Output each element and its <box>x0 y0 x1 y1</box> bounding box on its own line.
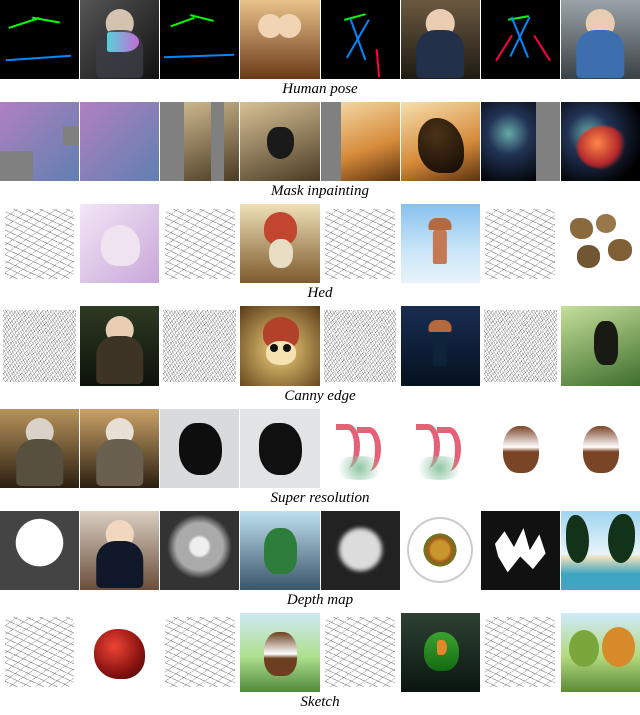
tile-pose-condition <box>321 0 400 79</box>
tile-pose-condition <box>481 0 560 79</box>
tile-sr-condition <box>481 409 560 488</box>
tile-sr-condition <box>0 409 79 488</box>
tile-pose-output <box>401 0 480 79</box>
tile-sr-output <box>401 409 480 488</box>
row-hed <box>0 204 640 283</box>
tile-canny-condition <box>160 306 239 385</box>
tile-sketch-output <box>561 613 640 692</box>
tile-depth-condition <box>160 511 239 590</box>
tile-depth-condition <box>481 511 560 590</box>
tile-mask-output <box>401 102 480 181</box>
tile-depth-output <box>240 511 319 590</box>
tile-canny-output <box>561 306 640 385</box>
row-human-pose <box>0 0 640 79</box>
tile-hed-condition <box>481 204 560 283</box>
tile-hed-output <box>561 204 640 283</box>
tile-sr-output <box>80 409 159 488</box>
tile-pose-output <box>561 0 640 79</box>
tile-mask-condition <box>481 102 560 181</box>
tile-sr-condition <box>160 409 239 488</box>
row-label: Mask inpainting <box>0 181 640 204</box>
tile-pose-output <box>80 0 159 79</box>
row-label: Depth map <box>0 590 640 613</box>
tile-depth-output <box>401 511 480 590</box>
tile-sketch-condition <box>0 613 79 692</box>
tile-mask-output <box>80 102 159 181</box>
tile-mask-condition <box>321 102 400 181</box>
row-sketch <box>0 613 640 692</box>
tile-depth-condition <box>321 511 400 590</box>
tile-sketch-condition <box>160 613 239 692</box>
tile-sketch-condition <box>321 613 400 692</box>
tile-pose-output <box>240 0 319 79</box>
row-mask-inpainting <box>0 102 640 181</box>
tile-canny-output <box>401 306 480 385</box>
tile-mask-condition <box>0 102 79 181</box>
tile-canny-output <box>240 306 319 385</box>
tile-hed-condition <box>321 204 400 283</box>
tile-hed-condition <box>160 204 239 283</box>
row-canny-edge <box>0 306 640 385</box>
tile-canny-output <box>80 306 159 385</box>
row-depth-map <box>0 511 640 590</box>
tile-canny-condition <box>321 306 400 385</box>
tile-mask-output <box>561 102 640 181</box>
tile-sketch-condition <box>481 613 560 692</box>
row-label: Hed <box>0 283 640 306</box>
tile-mask-condition <box>160 102 239 181</box>
tile-depth-output <box>80 511 159 590</box>
tile-pose-condition <box>160 0 239 79</box>
tile-sr-output <box>240 409 319 488</box>
tile-hed-output <box>80 204 159 283</box>
figure-grid: Human pose Mask inpainting <box>0 0 640 715</box>
tile-canny-condition <box>0 306 79 385</box>
tile-hed-output <box>240 204 319 283</box>
tile-sketch-output <box>80 613 159 692</box>
tile-sketch-output <box>401 613 480 692</box>
tile-depth-condition <box>0 511 79 590</box>
tile-sketch-output <box>240 613 319 692</box>
tile-canny-condition <box>481 306 560 385</box>
tile-sr-condition <box>321 409 400 488</box>
tile-mask-output <box>240 102 319 181</box>
row-label: Super resolution <box>0 488 640 511</box>
row-label: Sketch <box>0 692 640 715</box>
tile-sr-output <box>561 409 640 488</box>
tile-hed-condition <box>0 204 79 283</box>
row-super-resolution <box>0 409 640 488</box>
row-label: Canny edge <box>0 386 640 409</box>
tile-depth-output <box>561 511 640 590</box>
tile-pose-condition <box>0 0 79 79</box>
tile-hed-output <box>401 204 480 283</box>
row-label: Human pose <box>0 79 640 102</box>
